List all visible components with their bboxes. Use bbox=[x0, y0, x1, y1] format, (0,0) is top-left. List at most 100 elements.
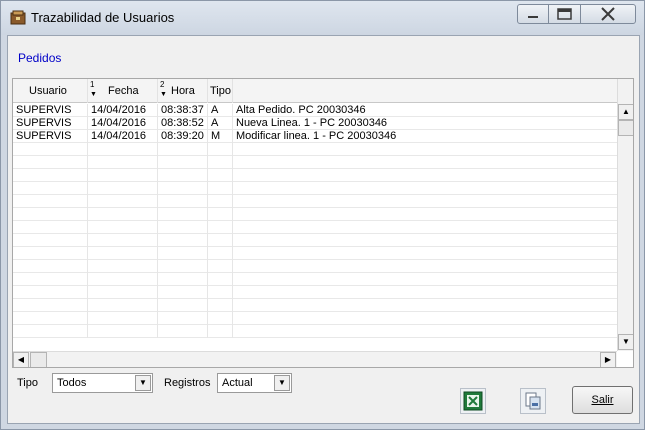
empty-cell bbox=[158, 325, 208, 338]
vertical-scrollbar[interactable]: ▲ ▼ bbox=[617, 79, 633, 351]
empty-cell bbox=[158, 156, 208, 169]
empty-cell bbox=[13, 182, 88, 195]
scroll-right-button[interactable]: ▶ bbox=[600, 352, 616, 367]
print-preview-button[interactable] bbox=[520, 388, 546, 414]
empty-table-row[interactable] bbox=[13, 325, 617, 338]
empty-table-row[interactable] bbox=[13, 221, 617, 234]
empty-table-row[interactable] bbox=[13, 182, 617, 195]
title-bar[interactable]: Trazabilidad de Usuarios bbox=[1, 1, 644, 35]
empty-cell bbox=[158, 299, 208, 312]
empty-cell bbox=[88, 195, 158, 208]
minimize-icon bbox=[528, 16, 538, 18]
horizontal-scroll-thumb[interactable] bbox=[30, 352, 47, 367]
tipo-select-value: Todos bbox=[57, 377, 87, 389]
column-header-fecha[interactable]: 1 ▼ Fecha bbox=[88, 79, 158, 103]
empty-cell bbox=[208, 143, 233, 156]
close-icon bbox=[601, 7, 615, 21]
empty-cell bbox=[208, 260, 233, 273]
empty-cell bbox=[208, 221, 233, 234]
arrow-up-icon: ▲ bbox=[622, 107, 630, 116]
client-area: Pedidos Usuario 1 ▼ Fecha 2 ▼ Hora Tipo bbox=[7, 35, 640, 424]
column-header-descripcion[interactable] bbox=[233, 79, 617, 103]
empty-cell bbox=[158, 195, 208, 208]
empty-cell bbox=[233, 208, 617, 221]
empty-table-row[interactable] bbox=[13, 312, 617, 325]
empty-cell bbox=[208, 156, 233, 169]
empty-cell bbox=[208, 299, 233, 312]
cell-tipo: M bbox=[208, 130, 233, 143]
table-row[interactable]: SUPERVIS 14/04/2016 08:38:37 A Alta Pedi… bbox=[13, 104, 617, 117]
empty-table-row[interactable] bbox=[13, 260, 617, 273]
table-row[interactable]: SUPERVIS 14/04/2016 08:38:52 A Nueva Lin… bbox=[13, 117, 617, 130]
empty-cell bbox=[158, 221, 208, 234]
scroll-down-button[interactable]: ▼ bbox=[618, 334, 633, 350]
empty-table-row[interactable] bbox=[13, 208, 617, 221]
empty-table-row[interactable] bbox=[13, 156, 617, 169]
tipo-select[interactable]: Todos ▼ bbox=[52, 373, 153, 393]
empty-cell bbox=[88, 208, 158, 221]
empty-cell bbox=[13, 299, 88, 312]
empty-cell bbox=[88, 234, 158, 247]
column-label: Hora bbox=[171, 85, 195, 97]
vertical-scroll-thumb[interactable] bbox=[618, 120, 633, 136]
empty-table-row[interactable] bbox=[13, 143, 617, 156]
maximize-button[interactable] bbox=[548, 4, 581, 24]
excel-icon bbox=[463, 391, 483, 411]
empty-cell bbox=[208, 273, 233, 286]
empty-cell bbox=[13, 234, 88, 247]
empty-cell bbox=[233, 286, 617, 299]
sort-desc-icon: ▼ bbox=[160, 91, 167, 98]
cell-fecha: 14/04/2016 bbox=[88, 117, 158, 130]
column-header-tipo[interactable]: Tipo bbox=[208, 79, 233, 103]
salir-button-label: Salir bbox=[591, 394, 614, 406]
empty-table-row[interactable] bbox=[13, 247, 617, 260]
empty-cell bbox=[13, 156, 88, 169]
sort-order-number: 1 bbox=[90, 80, 95, 89]
empty-table-row[interactable] bbox=[13, 169, 617, 182]
empty-table-row[interactable] bbox=[13, 299, 617, 312]
minimize-button[interactable] bbox=[517, 4, 549, 24]
scroll-left-button[interactable]: ◀ bbox=[13, 352, 29, 367]
salir-button[interactable]: Salir bbox=[572, 386, 633, 414]
column-header-hora[interactable]: 2 ▼ Hora bbox=[158, 79, 208, 103]
table-row[interactable]: SUPERVIS 14/04/2016 08:39:20 M Modificar… bbox=[13, 130, 617, 143]
empty-cell bbox=[13, 260, 88, 273]
close-button[interactable] bbox=[580, 4, 636, 24]
cell-usuario: SUPERVIS bbox=[13, 104, 88, 117]
chevron-down-icon[interactable]: ▼ bbox=[135, 375, 151, 391]
empty-table-row[interactable] bbox=[13, 195, 617, 208]
empty-table-row[interactable] bbox=[13, 286, 617, 299]
audit-grid[interactable]: Usuario 1 ▼ Fecha 2 ▼ Hora Tipo SUPERVIS… bbox=[12, 78, 634, 368]
sort-desc-icon: ▼ bbox=[90, 91, 97, 98]
window-title: Trazabilidad de Usuarios bbox=[31, 10, 175, 25]
export-excel-button[interactable] bbox=[460, 388, 486, 414]
empty-cell bbox=[13, 208, 88, 221]
empty-cell bbox=[158, 208, 208, 221]
empty-cell bbox=[88, 247, 158, 260]
empty-cell bbox=[233, 234, 617, 247]
column-label: Tipo bbox=[210, 85, 231, 97]
empty-cell bbox=[13, 143, 88, 156]
empty-cell bbox=[233, 143, 617, 156]
empty-cell bbox=[158, 273, 208, 286]
horizontal-scrollbar[interactable]: ◀ ▶ bbox=[13, 351, 617, 367]
print-preview-icon bbox=[525, 392, 541, 410]
empty-cell bbox=[13, 247, 88, 260]
empty-cell bbox=[13, 286, 88, 299]
scroll-up-button[interactable]: ▲ bbox=[618, 104, 633, 120]
empty-table-row[interactable] bbox=[13, 234, 617, 247]
chevron-down-icon[interactable]: ▼ bbox=[274, 375, 290, 391]
empty-cell bbox=[13, 325, 88, 338]
cell-fecha: 14/04/2016 bbox=[88, 130, 158, 143]
empty-cell bbox=[233, 182, 617, 195]
app-window: Trazabilidad de Usuarios Pedidos Usuario bbox=[0, 0, 645, 430]
empty-table-row[interactable] bbox=[13, 273, 617, 286]
empty-cell bbox=[233, 325, 617, 338]
sort-order-number: 2 bbox=[160, 80, 165, 89]
column-header-usuario[interactable]: Usuario bbox=[13, 79, 88, 103]
registros-select-value: Actual bbox=[222, 377, 253, 389]
arrow-down-icon: ▼ bbox=[622, 337, 630, 346]
empty-cell bbox=[158, 169, 208, 182]
registros-select[interactable]: Actual ▼ bbox=[217, 373, 292, 393]
empty-cell bbox=[158, 312, 208, 325]
